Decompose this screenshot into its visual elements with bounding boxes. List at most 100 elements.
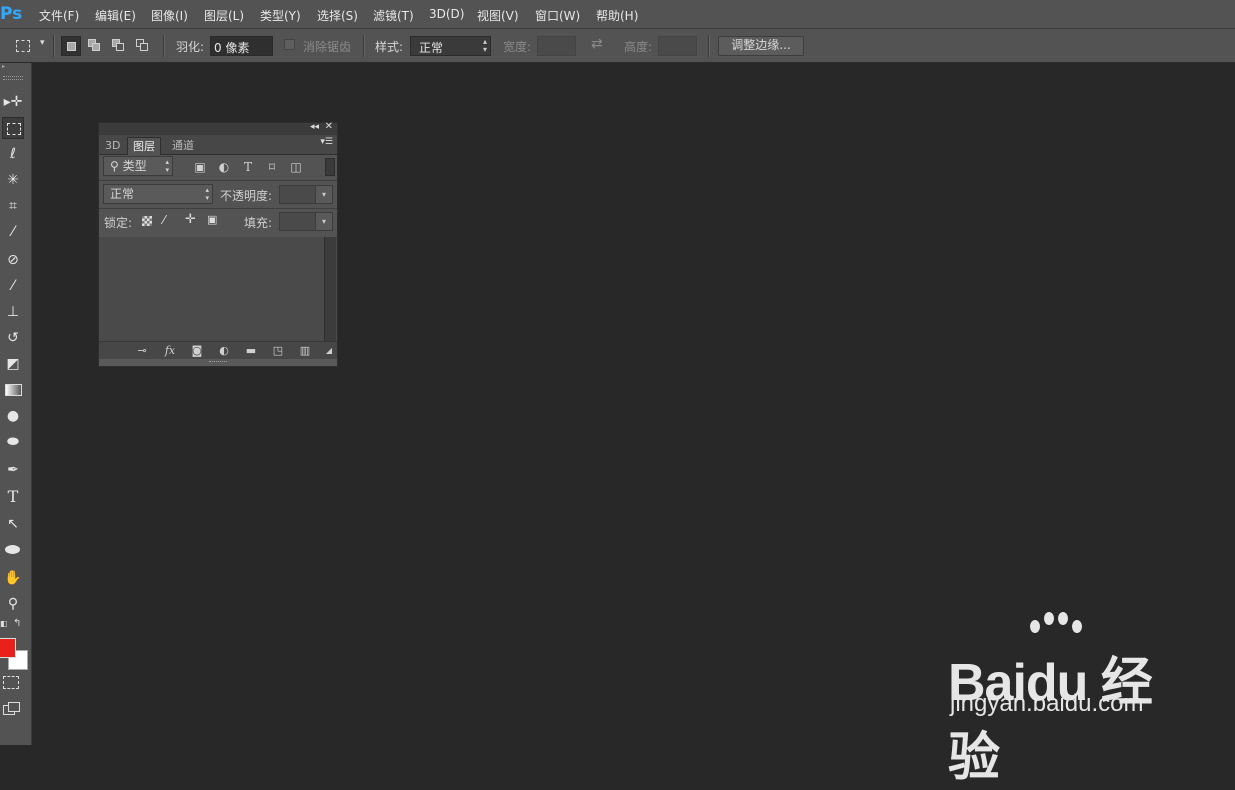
arrow-cursor-icon: ↖	[7, 516, 19, 532]
baidu-jingyan-watermark: Baidu 经验 jingyan.baidu.com	[948, 610, 1178, 787]
gradient-tool[interactable]	[2, 379, 24, 401]
filter-toggle[interactable]	[325, 158, 335, 176]
menu-view[interactable]: 视图(V)	[477, 7, 519, 24]
intersect-selection-button[interactable]	[133, 36, 153, 56]
magic-wand-icon: ✳	[7, 172, 19, 188]
move-tool[interactable]: ▸✛	[2, 91, 24, 113]
layers-scrollbar[interactable]	[324, 237, 336, 341]
layer-mask-icon[interactable]: ◙	[189, 344, 205, 358]
style-select[interactable]: 正常 ▴ ▾	[410, 36, 491, 56]
clone-stamp-tool[interactable]: ⊥	[2, 301, 24, 323]
fx-icon[interactable]: fx	[162, 344, 178, 358]
feather-input[interactable]: 0 像素	[210, 36, 273, 56]
path-selection-tool[interactable]: ↖	[2, 513, 24, 535]
default-colors-icon[interactable]: ◧	[0, 619, 8, 628]
new-layer-icon[interactable]: ◳	[270, 344, 286, 358]
height-input[interactable]	[658, 36, 697, 56]
eyedropper-tool[interactable]: ⁄	[2, 221, 24, 243]
link-layers-icon[interactable]: ⊸	[134, 344, 150, 358]
adjustment-filter-icon[interactable]: ◐	[217, 160, 231, 174]
screen-mode-icon-front	[8, 702, 20, 712]
add-selection-icon-part	[92, 43, 100, 51]
dodge-tool[interactable]: ⬬	[2, 431, 24, 453]
filter-kind-select[interactable]: ⚲ 类型 ▴ ▾	[103, 156, 173, 176]
panel-grip[interactable]	[3, 76, 23, 80]
screen-mode-icon[interactable]	[3, 702, 20, 715]
collapse-icon[interactable]: ◂◂	[310, 122, 319, 132]
opacity-input[interactable]: ▾	[279, 185, 333, 204]
hand-tool[interactable]: ✋	[2, 567, 24, 589]
fill-input[interactable]: ▾	[279, 212, 333, 231]
marquee-preset-button[interactable]	[14, 37, 32, 55]
swap-arrows-icon[interactable]: ⇄	[591, 36, 603, 52]
lock-pixels-icon[interactable]: ⁄	[163, 213, 165, 227]
stamp-icon: ⊥	[6, 304, 20, 320]
healing-brush-tool[interactable]: ⊘	[2, 249, 24, 271]
tab-channels[interactable]: 通道	[167, 137, 199, 154]
blend-mode-select[interactable]: 正常 ▴ ▾	[103, 184, 213, 204]
menu-filter[interactable]: 滤镜(T)	[373, 7, 414, 24]
magic-wand-tool[interactable]: ✳	[2, 169, 24, 191]
lock-position-icon[interactable]: ✛	[185, 212, 196, 227]
blur-tool[interactable]: ●	[2, 405, 24, 427]
panel-collapse-icon[interactable]: ▸	[2, 64, 28, 70]
separator	[163, 35, 165, 57]
menu-window[interactable]: 窗口(W)	[535, 7, 580, 24]
lasso-tool[interactable]: ℓ	[2, 143, 24, 165]
add-selection-button[interactable]	[85, 36, 105, 56]
menu-layer[interactable]: 图层(L)	[204, 7, 244, 24]
panel-title-bar[interactable]: ◂◂ ✕	[99, 121, 337, 135]
chevron-down-icon[interactable]: ▾	[40, 38, 45, 48]
shape-filter-icon[interactable]: ⌑	[265, 160, 279, 174]
new-selection-button[interactable]	[61, 36, 81, 56]
marquee-tool[interactable]	[2, 117, 24, 139]
layers-list[interactable]	[99, 237, 337, 341]
layers-footer: ⊸ fx ◙ ◐ ▬ ◳ ▥ ◢	[99, 341, 337, 360]
image-filter-icon[interactable]: ▣	[193, 160, 207, 174]
marquee-icon	[7, 123, 21, 135]
menu-select[interactable]: 选择(S)	[317, 7, 358, 24]
crop-tool[interactable]: ⌗	[2, 195, 24, 217]
panel-menu-icon[interactable]: ▾☰	[320, 137, 333, 147]
resize-grip-icon[interactable]: ◢	[321, 344, 337, 358]
type-tool[interactable]: T	[2, 486, 24, 508]
adjustment-layer-icon[interactable]: ◐	[216, 344, 232, 358]
foreground-color-swatch[interactable]	[0, 638, 16, 658]
zoom-tool[interactable]: ⚲	[2, 593, 24, 615]
shape-tool[interactable]	[2, 539, 24, 561]
smart-object-filter-icon[interactable]: ◫	[289, 160, 303, 174]
type-icon: T	[7, 487, 19, 506]
close-icon[interactable]: ✕	[325, 121, 333, 132]
menu-image[interactable]: 图像(I)	[151, 7, 188, 24]
menu-type[interactable]: 类型(Y)	[260, 7, 301, 24]
panel-resize-bar[interactable]	[99, 359, 337, 366]
swap-colors-icon[interactable]: ↰	[13, 618, 21, 629]
menu-edit[interactable]: 编辑(E)	[95, 7, 136, 24]
ps-logo: Ps	[0, 4, 23, 24]
chevron-down-icon[interactable]: ▾	[315, 213, 332, 230]
menu-3d[interactable]: 3D(D)	[429, 7, 464, 21]
lock-all-icon[interactable]: ▣	[207, 213, 217, 226]
folder-icon[interactable]: ▬	[243, 344, 259, 358]
brush-tool[interactable]: ⁄	[2, 275, 24, 297]
feather-label: 羽化:	[176, 40, 205, 54]
antialias-checkbox[interactable]	[284, 39, 295, 50]
width-input[interactable]	[537, 36, 576, 56]
height-label: 高度:	[624, 40, 653, 54]
trash-icon[interactable]: ▥	[297, 344, 313, 358]
subtract-selection-button[interactable]	[109, 36, 129, 56]
chevron-down-icon[interactable]: ▾	[315, 186, 332, 203]
menu-help[interactable]: 帮助(H)	[596, 7, 638, 24]
type-filter-icon[interactable]: T	[241, 160, 255, 174]
tab-layers[interactable]: 图层	[127, 137, 161, 155]
refine-edge-button[interactable]: 调整边缘...	[718, 36, 804, 56]
filter-kind-value: 类型	[122, 159, 147, 173]
eraser-tool[interactable]: ◩	[2, 353, 24, 375]
new-selection-icon	[67, 42, 76, 51]
menu-file[interactable]: 文件(F)	[39, 7, 79, 24]
tab-3d[interactable]: 3D	[100, 137, 125, 154]
quick-mask-icon[interactable]	[3, 676, 19, 689]
lock-transparency-icon[interactable]	[142, 216, 152, 226]
pen-tool[interactable]: ✒	[2, 459, 24, 481]
history-brush-tool[interactable]: ↺	[2, 327, 24, 349]
